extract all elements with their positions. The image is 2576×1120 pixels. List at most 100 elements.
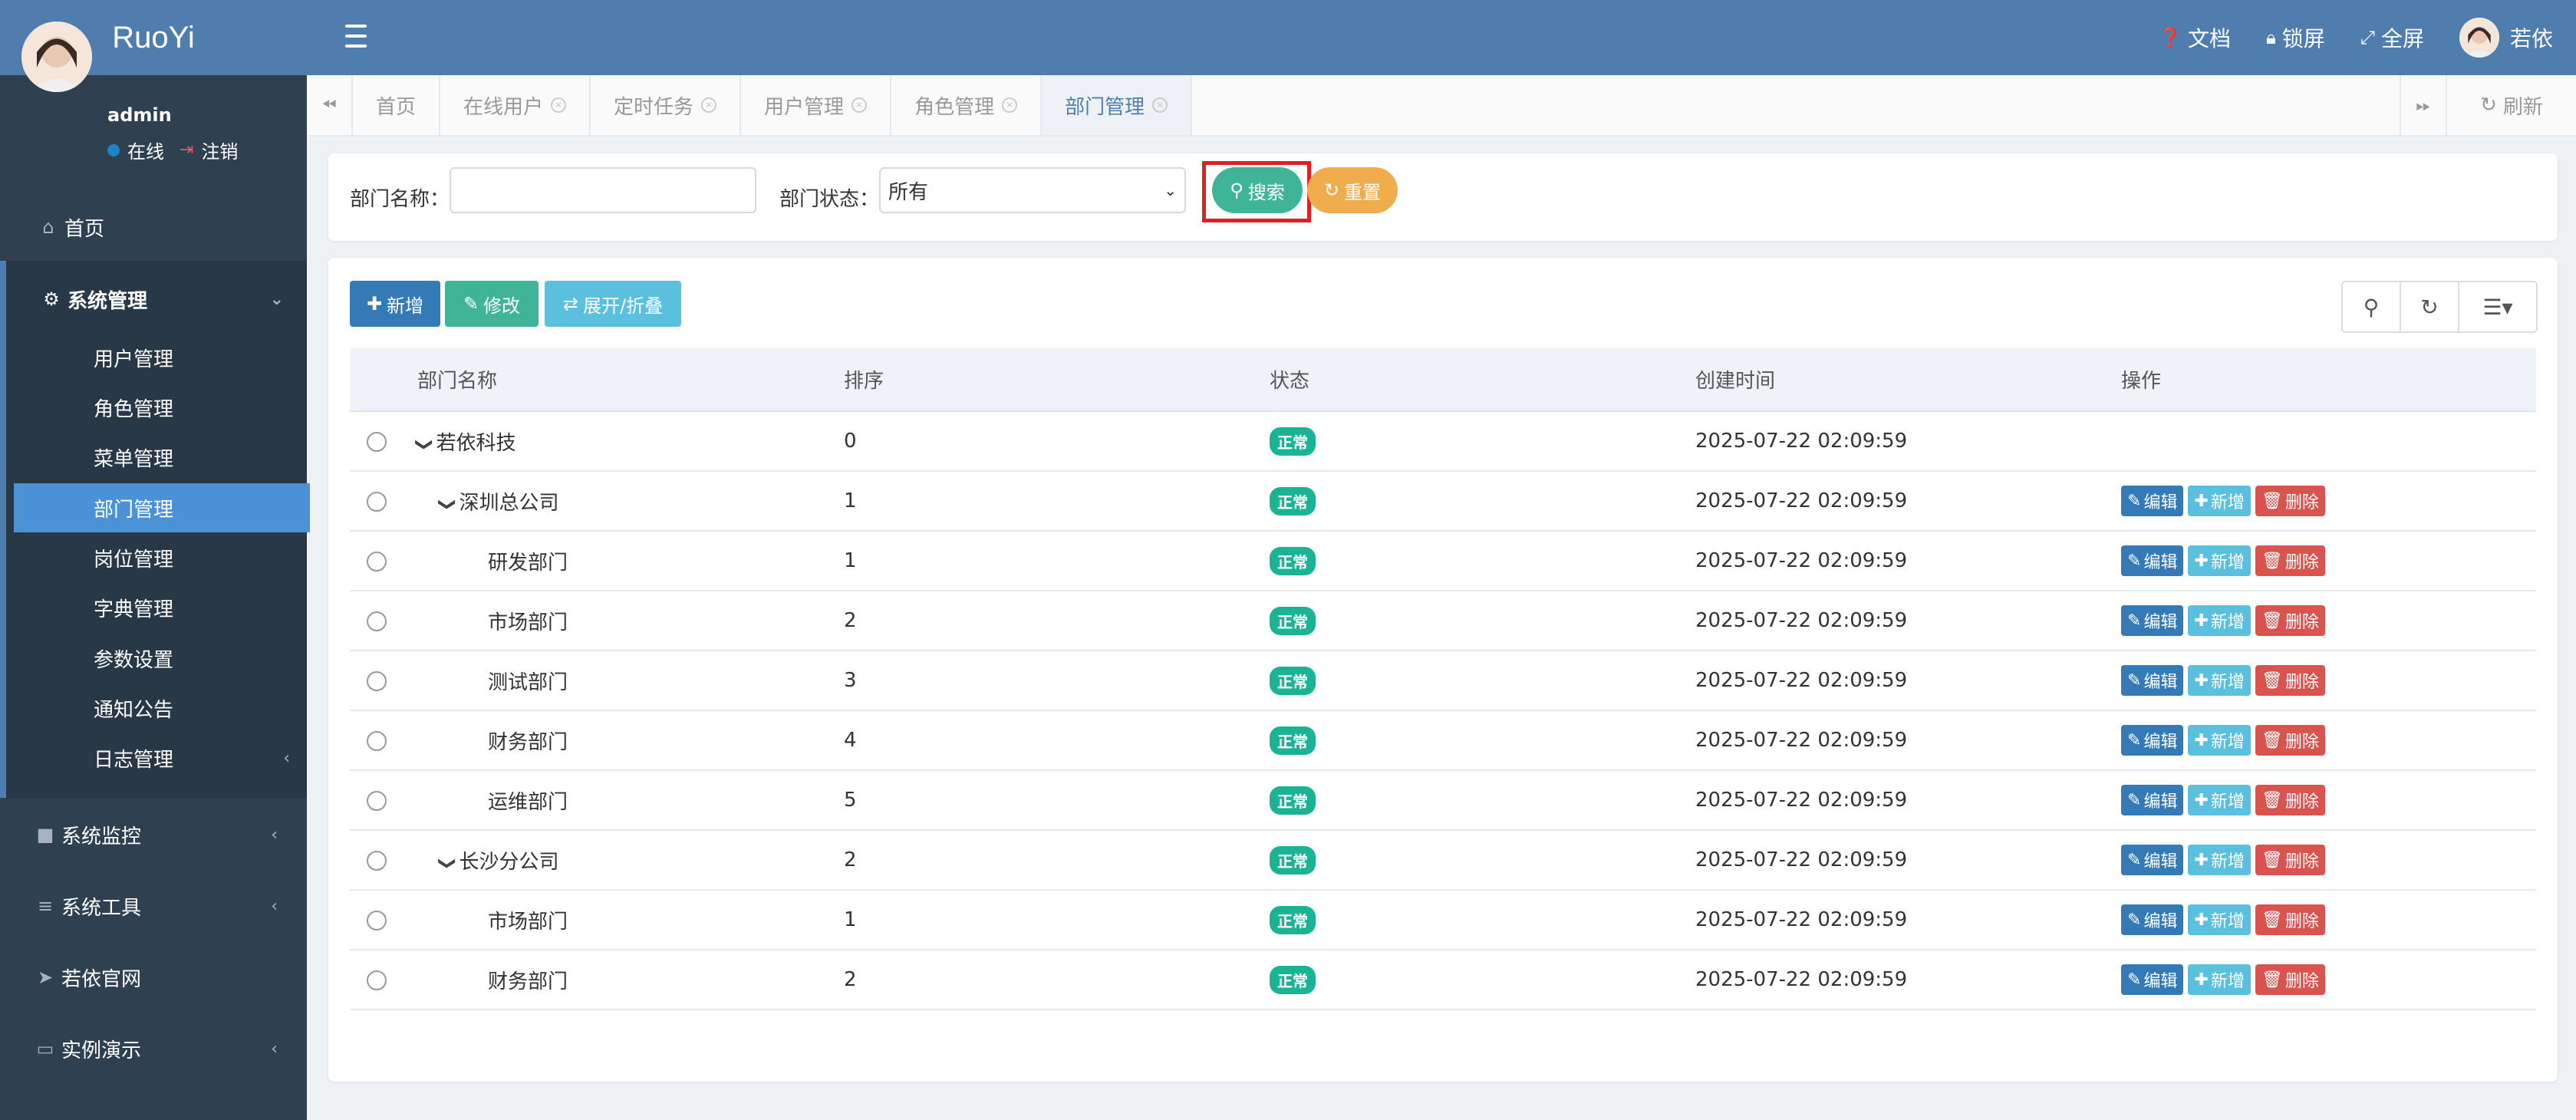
- row-radio[interactable]: [367, 611, 387, 631]
- sidebar-item-notice[interactable]: 通知公告: [6, 684, 313, 733]
- row-radio[interactable]: [367, 850, 387, 871]
- logout-link[interactable]: ⇥ 注销: [180, 137, 238, 163]
- row-delete-button[interactable]: 🗑︎ 删除: [2255, 845, 2325, 875]
- row-edit-button[interactable]: ✎ 编辑: [2121, 545, 2184, 576]
- chevron-down-icon[interactable]: ❯: [438, 497, 457, 511]
- row-radio[interactable]: [367, 730, 387, 751]
- status-badge: 正常: [1270, 606, 1316, 635]
- row-delete-button[interactable]: 🗑︎ 删除: [2255, 486, 2325, 516]
- row-radio[interactable]: [367, 491, 387, 512]
- chevron-down-icon[interactable]: ❯: [438, 856, 457, 870]
- table-row[interactable]: 市场部门 1 正常 2025-07-22 02:09:59 ✎ 编辑 ✚ 新增 🗑︎…: [350, 890, 2536, 950]
- sidebar-item-home[interactable]: ⌂ 首页: [0, 206, 307, 249]
- close-icon[interactable]: ✕: [852, 97, 868, 113]
- tab-scroll-right-icon[interactable]: ⏩︎: [2400, 75, 2446, 135]
- dept-name-input[interactable]: [450, 167, 756, 213]
- refresh-button[interactable]: ↻ 刷新: [2446, 75, 2576, 135]
- sidebar-item-post-mgmt[interactable]: 岗位管理: [6, 533, 313, 582]
- menu-toggle-icon[interactable]: [345, 25, 367, 48]
- sidebar-item-tools[interactable]: ≡ 系统工具 ‹: [0, 884, 307, 927]
- dept-status-select[interactable]: 所有 ⌄: [879, 167, 1186, 213]
- columns-icon[interactable]: ☰▾: [2459, 282, 2536, 331]
- row-delete-button[interactable]: 🗑︎ 删除: [2255, 605, 2325, 636]
- row-edit-button[interactable]: ✎ 编辑: [2121, 845, 2184, 875]
- table-row[interactable]: ❯ 深圳总公司 1 正常 2025-07-22 02:09:59 ✎ 编辑 ✚ 新增 …: [350, 471, 2536, 532]
- sidebar-item-menu-mgmt[interactable]: 菜单管理: [6, 433, 313, 482]
- row-edit-button[interactable]: ✎ 编辑: [2121, 725, 2184, 756]
- tab-online-users[interactable]: 在线用户 ✕: [440, 75, 591, 135]
- row-delete-button[interactable]: 🗑︎ 删除: [2255, 545, 2325, 576]
- sidebar-item-config[interactable]: 参数设置: [6, 634, 313, 683]
- edit-button[interactable]: ✎ 修改: [445, 281, 539, 327]
- refresh-icon[interactable]: ↻: [2401, 282, 2459, 331]
- tab-role-mgmt[interactable]: 角色管理 ✕: [891, 75, 1043, 135]
- row-add-button[interactable]: ✚ 新增: [2188, 665, 2251, 696]
- row-add-button[interactable]: ✚ 新增: [2188, 545, 2251, 576]
- row-edit-button[interactable]: ✎ 编辑: [2121, 605, 2184, 636]
- add-button[interactable]: ✚ 新增: [350, 281, 440, 327]
- docs-link[interactable]: ❓ 文档: [2159, 22, 2231, 53]
- row-radio[interactable]: [367, 431, 387, 452]
- table-row[interactable]: 研发部门 1 正常 2025-07-22 02:09:59 ✎ 编辑 ✚ 新增 🗑︎…: [350, 531, 2536, 591]
- row-radio[interactable]: [367, 790, 387, 811]
- row-add-button[interactable]: ✚ 新增: [2188, 725, 2251, 756]
- sidebar-item-official[interactable]: ➤ 若依官网: [0, 956, 307, 999]
- table-row[interactable]: ❯ 若依科技 0 正常 2025-07-22 02:09:59: [350, 411, 2536, 472]
- row-add-button[interactable]: ✚ 新增: [2188, 605, 2251, 636]
- table-row[interactable]: 运维部门 5 正常 2025-07-22 02:09:59 ✎ 编辑 ✚ 新增 🗑︎…: [350, 770, 2536, 831]
- sidebar-item-system-mgmt[interactable]: ⚙ 系统管理 ⌄: [6, 278, 313, 321]
- search-button[interactable]: ⚲ 搜索: [1212, 167, 1303, 213]
- row-delete-button[interactable]: 🗑︎ 删除: [2255, 904, 2325, 935]
- tab-scheduled-tasks[interactable]: 定时任务 ✕: [591, 75, 742, 135]
- row-add-button[interactable]: ✚ 新增: [2188, 785, 2251, 815]
- row-delete-button[interactable]: 🗑︎ 删除: [2255, 785, 2325, 815]
- row-edit-button[interactable]: ✎ 编辑: [2121, 665, 2184, 696]
- select-cell: [350, 531, 417, 591]
- close-icon[interactable]: ✕: [1152, 97, 1168, 113]
- close-icon[interactable]: ✕: [551, 97, 567, 113]
- table-row[interactable]: 财务部门 2 正常 2025-07-22 02:09:59 ✎ 编辑 ✚ 新增 🗑︎…: [350, 950, 2536, 1010]
- table-row[interactable]: 测试部门 3 正常 2025-07-22 02:09:59 ✎ 编辑 ✚ 新增 🗑︎…: [350, 651, 2536, 711]
- row-edit-button[interactable]: ✎ 编辑: [2121, 785, 2184, 815]
- row-radio[interactable]: [367, 970, 387, 990]
- row-radio[interactable]: [367, 670, 387, 691]
- sidebar-item-role-mgmt[interactable]: 角色管理: [6, 383, 313, 432]
- sidebar-item-user-mgmt[interactable]: 用户管理: [6, 333, 313, 382]
- row-delete-button[interactable]: 🗑︎ 删除: [2255, 725, 2325, 756]
- sidebar-item-demo[interactable]: ▭ 实例演示 ‹: [0, 1027, 307, 1070]
- user-avatar[interactable]: [21, 21, 92, 92]
- row-add-button[interactable]: ✚ 新增: [2188, 486, 2251, 516]
- lock-screen-link[interactable]: 🔒︎ 锁屏: [2266, 22, 2325, 53]
- sidebar-item-dict-mgmt[interactable]: 字典管理: [6, 583, 313, 632]
- table-row[interactable]: 市场部门 2 正常 2025-07-22 02:09:59 ✎ 编辑 ✚ 新增 🗑︎…: [350, 591, 2536, 651]
- actions-cell: [2121, 411, 2536, 472]
- tab-user-mgmt[interactable]: 用户管理 ✕: [741, 75, 892, 135]
- close-icon[interactable]: ✕: [701, 97, 717, 113]
- table-row[interactable]: 财务部门 4 正常 2025-07-22 02:09:59 ✎ 编辑 ✚ 新增 🗑︎…: [350, 710, 2536, 771]
- row-edit-button[interactable]: ✎ 编辑: [2121, 904, 2184, 935]
- row-delete-button[interactable]: 🗑︎ 删除: [2255, 964, 2325, 995]
- sidebar-item-log-mgmt[interactable]: 日志管理 ‹: [6, 733, 313, 782]
- toggle-expand-button[interactable]: ⇄ 展开/折叠: [545, 281, 681, 327]
- row-edit-button[interactable]: ✎ 编辑: [2121, 964, 2184, 995]
- row-radio[interactable]: [367, 910, 387, 931]
- tab-dept-mgmt[interactable]: 部门管理 ✕: [1042, 75, 1193, 135]
- sidebar-item-monitor[interactable]: ■ 系统监控 ‹: [0, 813, 307, 856]
- plus-icon: ✚: [2194, 611, 2209, 631]
- row-delete-button[interactable]: 🗑︎ 删除: [2255, 665, 2325, 696]
- fullscreen-link[interactable]: ⤢ 全屏: [2360, 22, 2424, 53]
- chevron-down-icon[interactable]: ❯: [415, 437, 434, 451]
- tab-home[interactable]: 首页: [353, 75, 441, 135]
- table-row[interactable]: ❯ 长沙分公司 2 正常 2025-07-22 02:09:59 ✎ 编辑 ✚ 新增 …: [350, 830, 2536, 891]
- row-add-button[interactable]: ✚ 新增: [2188, 845, 2251, 875]
- row-add-button[interactable]: ✚ 新增: [2188, 904, 2251, 935]
- top-user-menu[interactable]: 若依: [2459, 18, 2553, 58]
- search-toggle-icon[interactable]: ⚲: [2343, 282, 2401, 331]
- reset-button[interactable]: ↻ 重置: [1307, 167, 1398, 213]
- tab-scroll-left-icon[interactable]: ⏪︎: [307, 75, 353, 135]
- sidebar-item-dept-mgmt[interactable]: 部门管理: [14, 483, 310, 532]
- row-edit-button[interactable]: ✎ 编辑: [2121, 486, 2184, 516]
- row-radio[interactable]: [367, 551, 387, 572]
- row-add-button[interactable]: ✚ 新增: [2188, 964, 2251, 995]
- close-icon[interactable]: ✕: [1002, 97, 1018, 113]
